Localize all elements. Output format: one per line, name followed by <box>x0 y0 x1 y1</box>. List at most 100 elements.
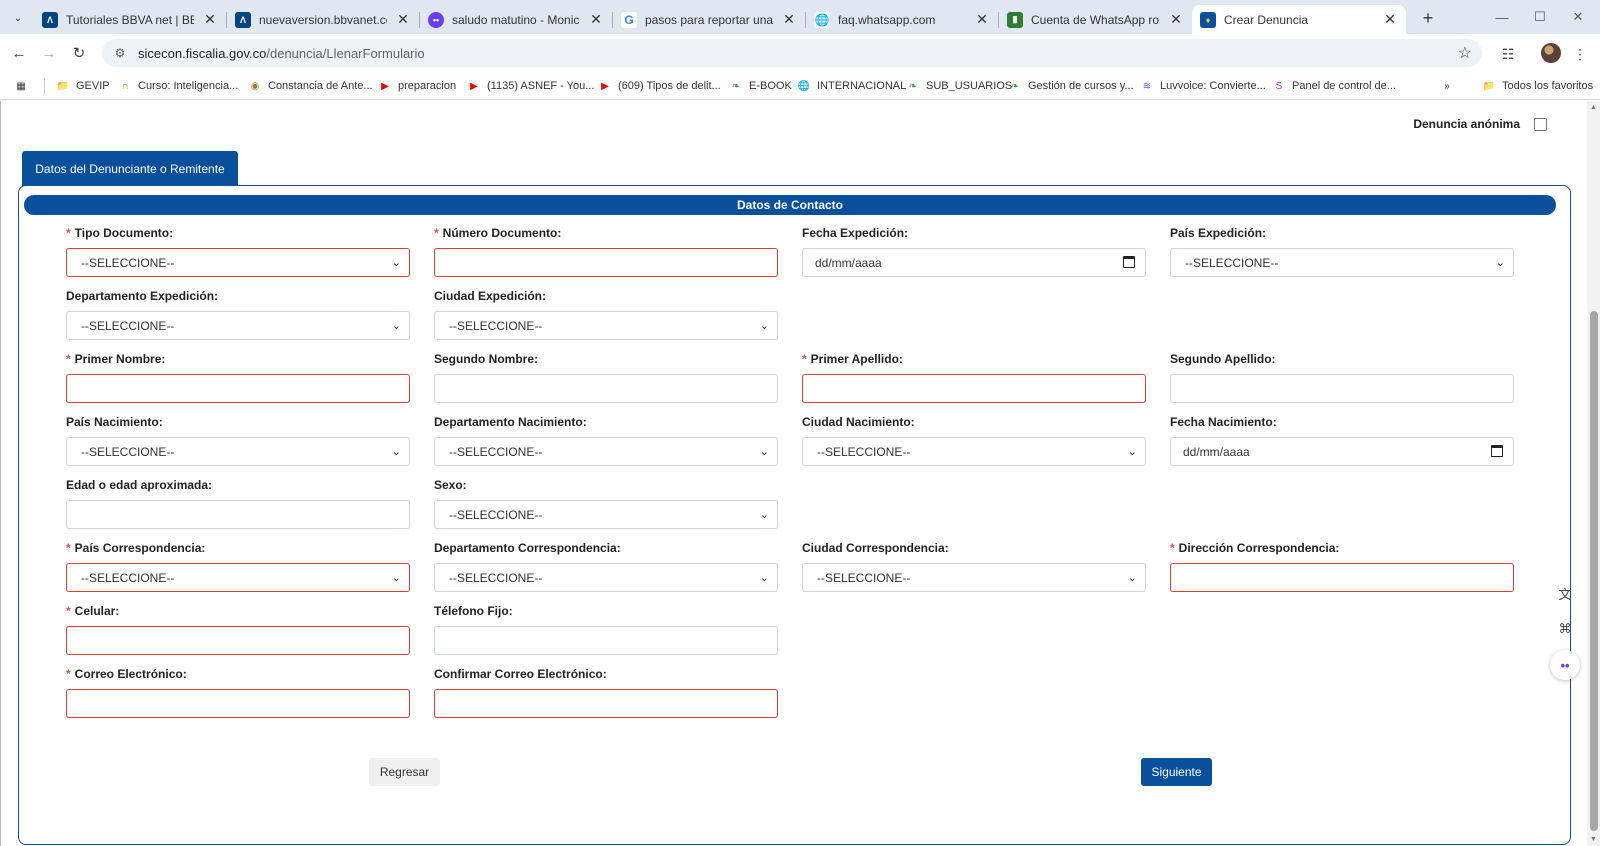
required-asterisk: * <box>66 541 71 555</box>
youtube-icon: ▶ <box>470 80 478 92</box>
anonymous-checkbox[interactable] <box>1534 117 1547 131</box>
back-arrow-icon[interactable]: ← <box>8 42 30 64</box>
calendar-icon[interactable] <box>1123 256 1135 268</box>
fecha-expedicion-date-input[interactable]: dd/mm/aaaa <box>802 248 1146 277</box>
browser-tab[interactable]: G pasos para reportar una cuenta ✕ <box>613 5 805 34</box>
direccion-correspondencia-input[interactable] <box>1170 563 1514 592</box>
regresar-button[interactable]: Regresar <box>369 758 440 786</box>
pais-correspondencia-select[interactable]: --SELECCIONE-- ⌄ <box>66 563 410 592</box>
scrollbar-thumb[interactable] <box>1590 311 1598 831</box>
close-icon[interactable]: ✕ <box>588 11 604 28</box>
field-label: * País Correspondencia: <box>66 541 410 555</box>
field-tipo-documento: * Tipo Documento: --SELECCIONE-- ⌄ <box>66 226 410 277</box>
bookmark-star-icon[interactable]: ☆ <box>1458 43 1472 63</box>
bookmark-item[interactable]: ❧ SUB_USUARIOS <box>906 77 1012 95</box>
tipo-documento-select[interactable]: --SELECCIONE-- ⌄ <box>66 248 410 277</box>
close-icon[interactable]: ✕ <box>202 11 218 28</box>
bookmark-label: SUB_USUARIOS <box>926 80 1013 92</box>
extensions-puzzle-icon[interactable]: ☷ <box>1497 43 1519 65</box>
close-window-icon[interactable]: ✕ <box>1563 6 1593 28</box>
profile-avatar[interactable] <box>1541 43 1561 63</box>
close-icon[interactable]: ✕ <box>395 11 411 28</box>
siguiente-button[interactable]: Siguiente <box>1141 758 1212 786</box>
segundo-apellido-input[interactable] <box>1170 374 1514 403</box>
bookmark-item[interactable]: ▶ (609) Tipos de delit... <box>598 77 721 95</box>
bookmark-item[interactable]: ◉ Constancia de Ante... <box>248 77 373 95</box>
scroll-down-icon[interactable]: ▼ <box>1590 836 1597 843</box>
fecha-nacimiento-date-input[interactable]: dd/mm/aaaa <box>1170 437 1514 466</box>
chevron-down-icon: ⌄ <box>391 446 401 458</box>
bookmark-item[interactable]: 📁 GEVIP <box>56 77 110 95</box>
ciudad-expedicion-select[interactable]: --SELECCIONE-- ⌄ <box>434 311 778 340</box>
bookmark-item[interactable]: ❧ Gestión de cursos y... <box>1008 77 1134 95</box>
field-pais-nacimiento: País Nacimiento: --SELECCIONE-- ⌄ <box>66 415 410 466</box>
edad-input[interactable] <box>66 500 410 529</box>
maximize-icon[interactable]: ☐ <box>1525 6 1555 28</box>
segundo-nombre-input[interactable] <box>434 374 778 403</box>
close-icon[interactable]: ✕ <box>974 11 990 28</box>
departamento-correspondencia-select[interactable]: --SELECCIONE-- ⌄ <box>434 563 778 592</box>
bookmark-item[interactable]: S Panel de control de... <box>1272 77 1396 95</box>
tab-datos-denunciante[interactable]: Datos del Denunciante o Remitente <box>22 151 238 186</box>
forward-arrow-icon[interactable]: → <box>38 42 60 64</box>
field-celular: * Celular: <box>66 604 410 655</box>
departamento-nacimiento-select[interactable]: --SELECCIONE-- ⌄ <box>434 437 778 466</box>
kebab-menu-icon[interactable]: ⋮ <box>1569 43 1591 65</box>
bookmark-label: (1135) ASNEF - You... <box>487 80 595 92</box>
button-label: Regresar <box>379 765 430 779</box>
bookmark-item[interactable]: ▶ preparacion <box>378 77 456 95</box>
correo-input[interactable] <box>66 689 410 718</box>
all-bookmarks-folder[interactable]: 📁 Todos los favoritos <box>1482 77 1593 95</box>
celular-input[interactable] <box>66 626 410 655</box>
page-scrollbar[interactable]: ▲ ▼ <box>1587 101 1600 846</box>
label-text: Celular: <box>74 604 120 618</box>
confirmar-correo-input[interactable] <box>434 689 778 718</box>
translate-icon[interactable]: 文 <box>1550 578 1580 608</box>
bookmark-item[interactable]: ❧ E-BOOK <box>729 77 792 95</box>
browser-tab[interactable]: Λ nuevaversion.bbvanet.com.co/ ✕ <box>227 5 419 34</box>
pais-nacimiento-select[interactable]: --SELECCIONE-- ⌄ <box>66 437 410 466</box>
close-icon[interactable]: ✕ <box>1168 11 1184 28</box>
bookmark-label: Constancia de Ante... <box>268 80 373 92</box>
sexo-select[interactable]: --SELECCIONE-- ⌄ <box>434 500 778 529</box>
ciudad-nacimiento-select[interactable]: --SELECCIONE-- ⌄ <box>802 437 1146 466</box>
browser-tab[interactable]: ▮ Cuenta de WhatsApp robada o ✕ <box>999 5 1192 34</box>
scroll-up-icon[interactable]: ▲ <box>1590 104 1597 111</box>
numero-documento-input[interactable] <box>434 248 778 277</box>
calendar-icon[interactable] <box>1491 445 1503 457</box>
field-label: * Primer Apellido: <box>802 352 1146 366</box>
browser-tab[interactable]: Λ Tutoriales BBVA net | BBVA Co ✕ <box>34 5 226 34</box>
site-settings-icon[interactable]: ⚙ <box>112 46 128 60</box>
bookmark-item[interactable]: ≋ Luvvoice: Convierte... <box>1140 77 1266 95</box>
primer-nombre-input[interactable] <box>66 374 410 403</box>
bookmark-item[interactable]: 🌐 INTERNACIONAL <box>797 77 906 95</box>
close-icon[interactable]: ✕ <box>781 11 797 28</box>
browser-toolbar: ← → ↻ ⚙ sicecon.fiscalia.gov.co/denuncia… <box>0 34 1600 72</box>
reload-icon[interactable]: ↻ <box>68 42 90 64</box>
apps-grid-icon[interactable]: ▦ <box>14 77 28 95</box>
departamento-expedicion-select[interactable]: --SELECCIONE-- ⌄ <box>66 311 410 340</box>
minimize-icon[interactable]: — <box>1487 6 1517 28</box>
shortcuts-icon[interactable]: ⌘ <box>1550 614 1580 644</box>
bookmark-item[interactable]: ▶ (1135) ASNEF - You... <box>467 77 594 95</box>
monica-assistant-icon[interactable]: •• <box>1550 650 1580 680</box>
browser-tab[interactable]: •• saludo matutino - Monica ✕ <box>420 5 612 34</box>
tab-search-chevron-icon[interactable]: ⌄ <box>8 8 28 28</box>
ciudad-correspondencia-select[interactable]: --SELECCIONE-- ⌄ <box>802 563 1146 592</box>
field-ciudad-expedicion: Ciudad Expedición: --SELECCIONE-- ⌄ <box>434 289 778 340</box>
bookmark-item[interactable]: ∩ Curso: Inteligencia... <box>118 77 238 95</box>
bbva-icon: Λ <box>42 11 58 28</box>
more-bookmarks-chevron-icon[interactable]: » <box>1440 77 1454 95</box>
primer-apellido-input[interactable] <box>802 374 1146 403</box>
close-icon[interactable]: ✕ <box>1382 11 1398 28</box>
new-tab-plus-icon[interactable]: + <box>1416 6 1440 30</box>
required-asterisk: * <box>434 226 439 240</box>
pais-expedicion-select[interactable]: --SELECCIONE-- ⌄ <box>1170 248 1514 277</box>
select-value: --SELECCIONE-- <box>817 444 911 459</box>
tab-title: Tutoriales BBVA net | BBVA Co <box>66 12 194 27</box>
browser-tab[interactable]: 🌐 faq.whatsapp.com ✕ <box>806 5 998 34</box>
anonymous-label: Denuncia anónima <box>1413 117 1520 131</box>
telefono-fijo-input[interactable] <box>434 626 778 655</box>
address-bar[interactable]: ⚙ sicecon.fiscalia.gov.co/denuncia/Llena… <box>102 39 1482 67</box>
browser-tab-active[interactable]: ♦ Crear Denuncia ✕ <box>1192 5 1406 34</box>
